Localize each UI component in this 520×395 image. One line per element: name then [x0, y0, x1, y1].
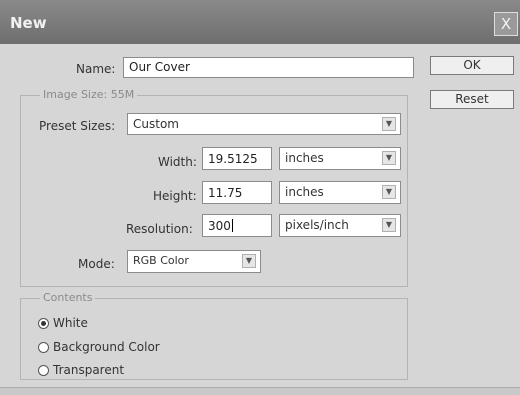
resolution-label: Resolution: [126, 222, 193, 236]
new-document-dialog: New X Name: Our Cover OK Reset Image Siz… [0, 0, 520, 395]
resolution-value: 300 [208, 219, 231, 233]
width-field[interactable]: 19.5125 [202, 147, 272, 170]
chevron-down-icon: ▼ [382, 151, 396, 165]
chevron-down-icon: ▼ [382, 185, 396, 199]
chevron-down-icon: ▼ [242, 254, 256, 268]
reset-button[interactable]: Reset [430, 90, 514, 109]
image-size-label: Image Size: 55M [40, 88, 138, 101]
name-label: Name: [76, 62, 116, 76]
ok-button[interactable]: OK [430, 56, 514, 75]
chevron-down-icon: ▼ [382, 218, 396, 232]
height-label: Height: [153, 189, 197, 203]
mode-select[interactable]: RGB Color ▼ [127, 250, 261, 273]
radio-icon[interactable] [38, 318, 49, 329]
name-field[interactable]: Our Cover [123, 57, 414, 78]
preset-sizes-select[interactable]: Custom ▼ [127, 113, 401, 135]
dialog-title: New [10, 14, 47, 32]
chevron-down-icon: ▼ [382, 117, 396, 131]
radio-label-transparent: Transparent [53, 363, 125, 377]
preset-sizes-label: Preset Sizes: [39, 119, 116, 133]
height-unit-select[interactable]: inches ▼ [279, 181, 401, 204]
mode-label: Mode: [78, 257, 115, 271]
close-icon[interactable]: X [494, 12, 518, 36]
height-unit-value: inches [285, 185, 324, 199]
preset-sizes-value: Custom [133, 117, 179, 131]
radio-icon[interactable] [38, 342, 49, 353]
title-bar: New X [0, 0, 520, 44]
resolution-field[interactable]: 300 [202, 214, 272, 237]
contents-label: Contents [40, 291, 96, 304]
radio-icon[interactable] [38, 365, 49, 376]
mode-value: RGB Color [133, 254, 189, 267]
resolution-unit-value: pixels/inch [285, 218, 349, 232]
resolution-unit-select[interactable]: pixels/inch ▼ [279, 214, 401, 237]
width-label: Width: [158, 155, 197, 169]
height-field[interactable]: 11.75 [202, 181, 272, 204]
text-caret [231, 219, 233, 232]
radio-label-white: White [53, 316, 88, 330]
width-unit-value: inches [285, 151, 324, 165]
width-unit-select[interactable]: inches ▼ [279, 147, 401, 170]
radio-label-background-color: Background Color [53, 340, 160, 354]
